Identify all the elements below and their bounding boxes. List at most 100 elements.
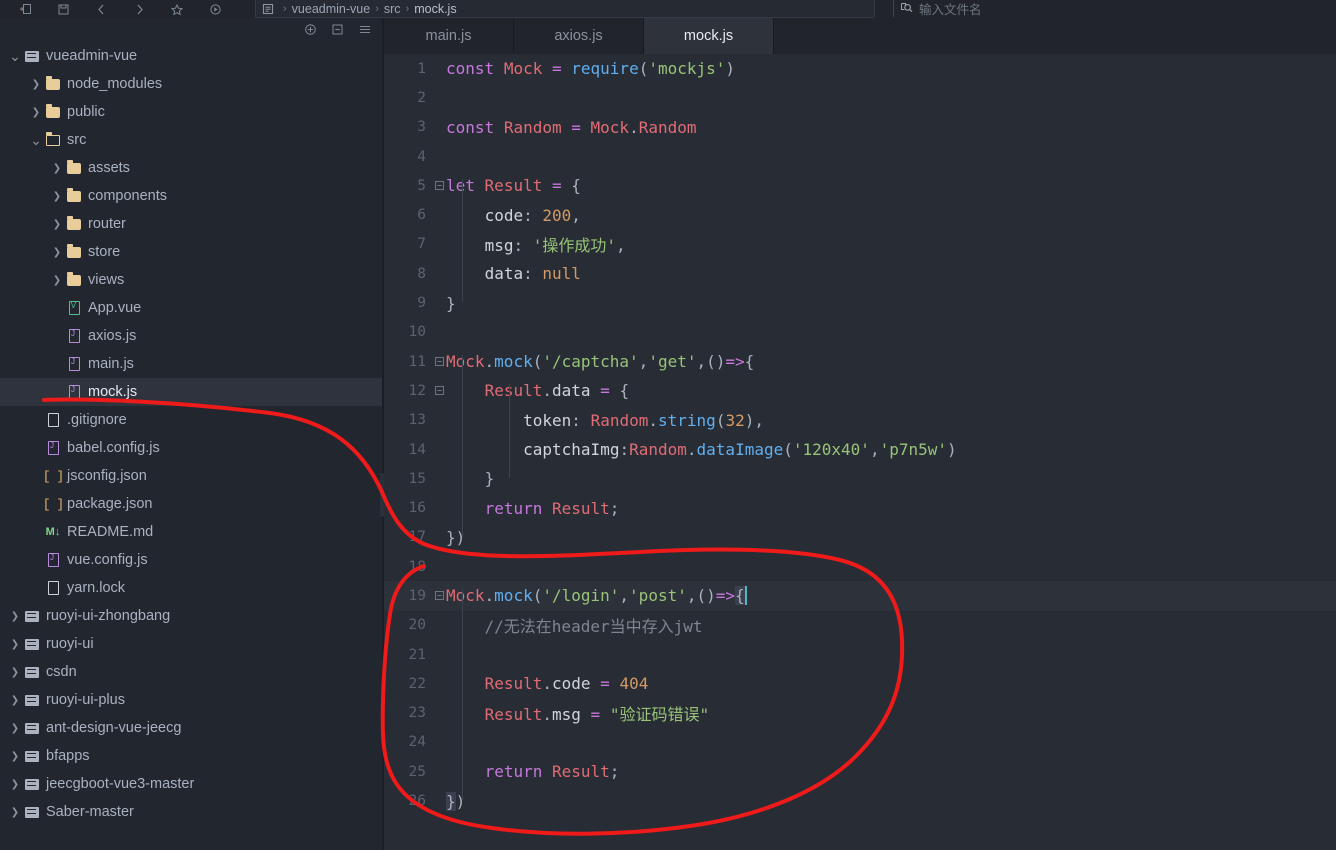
tree-item-axios-js[interactable]: axios.js [0, 322, 382, 350]
chevron-right-icon[interactable]: ❯ [50, 163, 64, 174]
code-line-5[interactable]: 5 let Result = { [384, 171, 1336, 200]
breadcrumb-segment-src[interactable]: src [384, 2, 401, 16]
tree-item-vueadmin-vue[interactable]: ⌄ vueadmin-vue [0, 42, 382, 70]
chevron-right-icon[interactable]: ❯ [8, 611, 22, 622]
tree-item-csdn[interactable]: ❯ csdn [0, 658, 382, 686]
tree-item-babel-config-js[interactable]: babel.config.js [0, 434, 382, 462]
add-icon[interactable] [304, 23, 317, 36]
tree-item-bfapps[interactable]: ❯ bfapps [0, 742, 382, 770]
code-line-17[interactable]: 17}) [384, 523, 1336, 552]
tree-item-ant-design-vue-jeecg[interactable]: ❯ ant-design-vue-jeecg [0, 714, 382, 742]
code-line-22[interactable]: 22 Result.code = 404 [384, 669, 1336, 698]
code-line-7[interactable]: 7 msg: '操作成功', [384, 230, 1336, 259]
chevron-down-icon[interactable]: ⌄ [29, 132, 43, 149]
tree-item-ruoyi-ui[interactable]: ❯ ruoyi-ui [0, 630, 382, 658]
tree-item-ruoyi-ui-zhongbang[interactable]: ❯ ruoyi-ui-zhongbang [0, 602, 382, 630]
code-area[interactable]: 1 const Mock = require('mockjs') 2 3 const R… [384, 54, 1336, 850]
fold-toggle-icon[interactable] [432, 181, 446, 191]
chevron-down-icon[interactable]: ⌄ [8, 48, 22, 65]
tree-item-src[interactable]: ⌄ src [0, 126, 382, 154]
code-line-23[interactable]: 23 Result.msg = "验证码错误" [384, 699, 1336, 728]
tree-item-label: jsconfig.json [67, 468, 147, 484]
chevron-right-icon[interactable]: ❯ [8, 695, 22, 706]
tree-item-router[interactable]: ❯ router [0, 210, 382, 238]
code-line-24[interactable]: 24 [384, 728, 1336, 757]
code-line-6[interactable]: 6 code: 200, [384, 200, 1336, 229]
tree-item-vue-config-js[interactable]: vue.config.js [0, 546, 382, 574]
code-line-21[interactable]: 21 [384, 640, 1336, 669]
tree-item-readme-md[interactable]: M↓ README.md [0, 518, 382, 546]
code-line-1[interactable]: 1 const Mock = require('mockjs') [384, 54, 1336, 83]
chevron-right-icon[interactable]: ❯ [8, 723, 22, 734]
chevron-right-icon[interactable]: ❯ [8, 639, 22, 650]
editor-tabbar[interactable]: main.js axios.js mock.js [384, 18, 1336, 54]
code-line-14[interactable]: 14 captchaImg:Random.dataImage('120x40',… [384, 435, 1336, 464]
chevron-right-icon[interactable]: ❯ [50, 247, 64, 258]
code-line-19[interactable]: 19 Mock.mock('/login','post',()=>{ [384, 581, 1336, 611]
chevron-right-icon[interactable]: ❯ [8, 807, 22, 818]
chevron-right-icon[interactable]: ❯ [50, 191, 64, 202]
code-line-13[interactable]: 13 token: Random.string(32), [384, 406, 1336, 435]
code-line-26[interactable]: 26}) [384, 786, 1336, 815]
editor-tab-axios-js[interactable]: axios.js [514, 18, 644, 54]
code-line-10[interactable]: 10 [384, 318, 1336, 347]
breadcrumb-segment-file[interactable]: mock.js [414, 2, 456, 16]
tree-item-mock-js[interactable]: mock.js [0, 378, 382, 406]
menu-icon[interactable] [358, 23, 372, 36]
fold-toggle-icon[interactable] [432, 357, 446, 367]
code-line-20[interactable]: 20 //无法在header当中存入jwt [384, 611, 1336, 640]
tree-item-saber-master[interactable]: ❯ Saber-master [0, 798, 382, 826]
code-line-12[interactable]: 12 Result.data = { [384, 376, 1336, 405]
forward-arrow-icon[interactable] [120, 0, 158, 18]
tree-item-app-vue[interactable]: App.vue [0, 294, 382, 322]
chevron-right-icon[interactable]: ❯ [8, 751, 22, 762]
code-line-4[interactable]: 4 [384, 142, 1336, 171]
breadcrumb-segment-project[interactable]: vueadmin-vue [292, 2, 371, 16]
chevron-right-icon[interactable]: ❯ [8, 667, 22, 678]
run-icon[interactable] [196, 0, 234, 18]
back-arrow-icon[interactable] [82, 0, 120, 18]
code-line-25[interactable]: 25 return Result; [384, 757, 1336, 786]
tree-item-node-modules[interactable]: ❯ node_modules [0, 70, 382, 98]
tree-item-yarn-lock[interactable]: yarn.lock [0, 574, 382, 602]
chevron-right-icon[interactable]: ❯ [29, 79, 43, 90]
code-line-9[interactable]: 9} [384, 288, 1336, 317]
chevron-right-icon[interactable]: ❯ [29, 107, 43, 118]
code-line-3[interactable]: 3 const Random = Mock.Random [384, 113, 1336, 142]
code-text: } [446, 293, 456, 313]
code-line-15[interactable]: 15 } [384, 464, 1336, 493]
code-line-2[interactable]: 2 [384, 83, 1336, 112]
breadcrumb-bar[interactable]: › vueadmin-vue › src › mock.js [255, 0, 875, 18]
tree-item-package-json[interactable]: [ ] package.json [0, 490, 382, 518]
chevron-right-icon[interactable]: ❯ [50, 275, 64, 286]
fold-toggle-icon[interactable] [432, 386, 446, 396]
file-tree[interactable]: ⌄ vueadmin-vue ❯ node_modules ❯ public ⌄ src ❯ as… [0, 40, 382, 826]
js-file-icon [64, 357, 84, 371]
tree-item-assets[interactable]: ❯ assets [0, 154, 382, 182]
save-icon[interactable] [44, 0, 82, 18]
new-file-icon[interactable] [6, 0, 44, 18]
code-editor: main.js axios.js mock.js 1 const Mock = req… [384, 18, 1336, 850]
code-line-18[interactable]: 18 [384, 552, 1336, 581]
tree-item-main-js[interactable]: main.js [0, 350, 382, 378]
chevron-right-icon[interactable]: ❯ [50, 219, 64, 230]
tree-item-jeecgboot-vue3-master[interactable]: ❯ jeecgboot-vue3-master [0, 770, 382, 798]
bookmark-icon[interactable] [158, 0, 196, 18]
collapse-all-icon[interactable] [331, 23, 344, 36]
tree-item-ruoyi-ui-plus[interactable]: ❯ ruoyi-ui-plus [0, 686, 382, 714]
code-line-11[interactable]: 11 Mock.mock('/captcha','get',()=>{ [384, 347, 1336, 376]
code-line-8[interactable]: 8 data: null [384, 259, 1336, 288]
chevron-right-icon[interactable]: ❯ [8, 779, 22, 790]
fold-toggle-icon[interactable] [432, 591, 446, 601]
tree-item-label: axios.js [88, 328, 137, 344]
file-search-box[interactable]: 输入文件名 [893, 0, 1336, 17]
editor-tab-main-js[interactable]: main.js [384, 18, 514, 54]
tree-item-components[interactable]: ❯ components [0, 182, 382, 210]
tree-item-public[interactable]: ❯ public [0, 98, 382, 126]
tree-item-views[interactable]: ❯ views [0, 266, 382, 294]
tree-item-store[interactable]: ❯ store [0, 238, 382, 266]
tree-item--gitignore[interactable]: .gitignore [0, 406, 382, 434]
editor-tab-mock-js[interactable]: mock.js [644, 18, 774, 54]
code-line-16[interactable]: 16 return Result; [384, 493, 1336, 522]
tree-item-jsconfig-json[interactable]: [ ] jsconfig.json [0, 462, 382, 490]
